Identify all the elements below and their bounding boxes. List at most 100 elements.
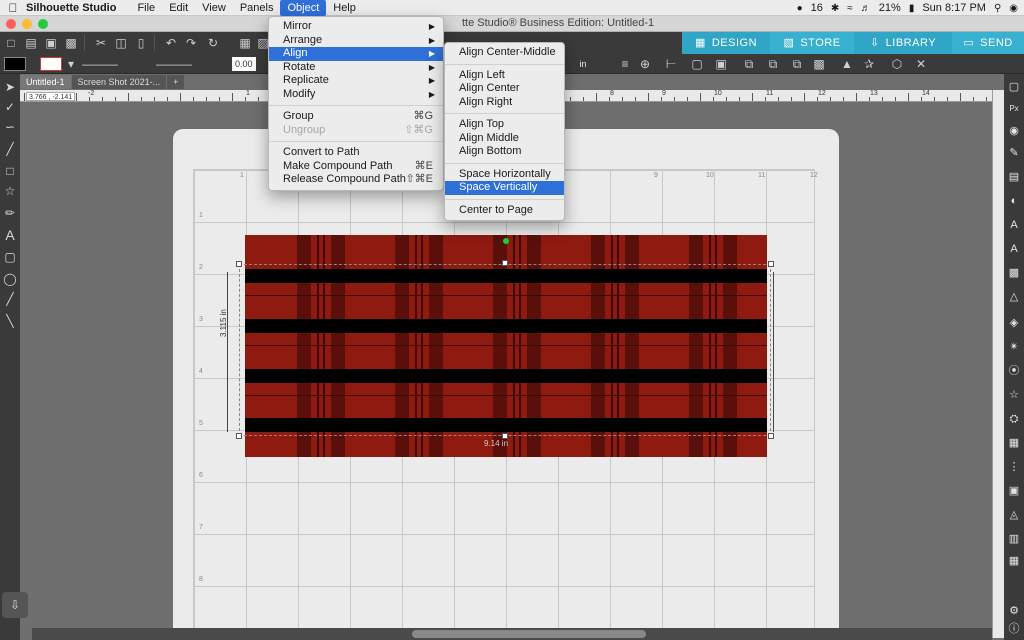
object-menu-item-make-compound-path[interactable]: Make Compound Path ⌘E [269,160,443,174]
replicate-icon[interactable]: ⧉ [766,57,780,71]
refresh-icon[interactable]: ↻ [206,36,220,50]
align-menu-item-center-to-page[interactable]: Center to Page [445,204,564,218]
line-width-field[interactable]: 0.00 [232,57,256,71]
tab-library[interactable]: ⇩ LIBRARY [854,32,952,54]
object-menu-item-arrange[interactable]: Arrange ▶ [269,34,443,48]
pointer-icon[interactable]: ➤ [3,80,17,94]
menu-panels[interactable]: Panels [233,0,281,16]
object-menu-item-convert-to-path[interactable]: Convert to Path [269,146,443,160]
tab-design[interactable]: ▦ DESIGN [682,32,770,54]
library-download-button[interactable]: ⇩ [2,592,28,618]
transform-icon[interactable]: △ [1007,290,1021,304]
object-menu-item-mirror[interactable]: Mirror ▶ [269,20,443,34]
line-join-dropdown[interactable]: ——— [156,57,216,71]
line-color-swatch[interactable] [40,57,62,71]
cut-icon[interactable]: ✂ [94,36,108,50]
align-menu-item-align-bottom[interactable]: Align Bottom [445,145,564,159]
emboss-icon[interactable]: ◬ [1007,508,1021,522]
menu-help[interactable]: Help [326,0,363,16]
close-window-button[interactable] [6,19,16,29]
line-tool-icon[interactable]: ╱ [3,142,17,156]
undo-icon[interactable]: ↶ [164,36,178,50]
save-icon[interactable]: ▣ [44,36,58,50]
replicate-panel-icon[interactable]: ◈ [1007,316,1021,330]
weld-panel-icon[interactable]: ▥ [1007,532,1021,546]
nesting-icon[interactable]: ▣ [1007,484,1021,498]
resize-handle-top[interactable] [502,260,508,266]
curve-icon[interactable]: ∽ [3,120,17,134]
page-setup-icon[interactable]: ▢ [1007,80,1021,94]
chart-icon[interactable]: ▩ [1007,266,1021,280]
menu-view[interactable]: View [195,0,233,16]
3d-box-icon[interactable]: ⬡ [890,57,904,71]
select-all-icon[interactable]: ▦ [238,36,252,50]
volume-icon[interactable]: ♬ [861,3,871,14]
align-menu-item-align-center[interactable]: Align Center [445,82,564,96]
rectangle-tool-icon[interactable]: □ [3,164,17,178]
horizontal-scrollbar[interactable] [32,628,992,640]
control-center-icon[interactable]: ◉ [1009,3,1018,14]
copy-icon[interactable]: ◫ [114,36,128,50]
rotate-handle[interactable] [503,238,509,244]
subtract-icon[interactable]: ▩ [812,57,826,71]
minimize-window-button[interactable] [22,19,32,29]
eraser-icon[interactable]: ◯ [3,272,17,286]
resize-handle-bottom-right[interactable] [768,433,774,439]
resize-handle-top-left[interactable] [236,261,242,267]
tab-untitled-1[interactable]: Untitled-1 [20,75,71,89]
tab-store[interactable]: ▧ STORE [770,32,854,54]
delete-icon[interactable]: ✕ [914,57,928,71]
weld-icon[interactable]: ⧉ [790,57,804,71]
trace-icon[interactable]: ⦿ [1007,364,1021,378]
duplicate-icon[interactable]: ⧉ [742,57,756,71]
align-menu-item-space-vertically[interactable]: Space Vertically [445,181,564,195]
object-menu-item-release-compound-path[interactable]: Release Compound Path ⇧⌘E [269,173,443,187]
sketch-icon[interactable]: ☆ [1007,388,1021,402]
new-file-icon[interactable]: □ [4,36,18,50]
menu-object[interactable]: Object [280,0,327,16]
star-icon[interactable]: ✰ [862,57,876,71]
offset-icon[interactable]: ✴ [1007,340,1021,354]
align-menu-item-align-middle[interactable]: Align Middle [445,132,564,146]
battery-percent[interactable]: 21% [879,2,901,14]
object-menu-item-group[interactable]: Group ⌘G [269,110,443,124]
menu-file[interactable]: File [130,0,162,16]
resize-handle-top-right[interactable] [768,261,774,267]
fill-color-swatch[interactable] [4,57,26,71]
redo-icon[interactable]: ↷ [184,36,198,50]
search-icon[interactable]: ⚲ [994,3,1001,14]
knife-icon[interactable]: ▲ [840,57,854,71]
text-path-icon[interactable]: ▢ [3,250,17,264]
menu-edit[interactable]: Edit [162,0,195,16]
scrollbar-thumb[interactable] [412,630,646,638]
layers-icon[interactable]: ▦ [1007,436,1021,450]
transparency-icon[interactable]: ◐ [1007,194,1021,208]
object-menu-item-align[interactable]: Align ▶ [269,47,443,61]
align-menu-item-align-top[interactable]: Align Top [445,118,564,132]
align-menu-item-align-left[interactable]: Align Left [445,69,564,83]
app-name-menu[interactable]: Silhouette Studio [26,2,116,14]
modify-icon[interactable]: ⛭ [1007,412,1021,426]
notification-icon[interactable]: ● [797,3,803,14]
text-style-icon[interactable]: A [1007,218,1021,232]
chevron-down-icon[interactable]: ▾ [64,57,78,71]
distribute-icon[interactable]: ≡ [618,57,632,71]
ungroup-icon[interactable]: ▣ [714,57,728,71]
line-style-dropdown[interactable]: ——— [82,57,142,71]
paste-icon[interactable]: ▯ [134,36,148,50]
tab-screenshot[interactable]: Screen Shot 2021-... [71,75,167,89]
align-icon[interactable]: ⊢ [664,57,678,71]
zoom-window-button[interactable] [38,19,48,29]
settings-icon[interactable]: ⚙ [1007,604,1021,618]
pixscan-icon[interactable]: Px [1007,102,1021,116]
align-menu-item-align-center-middle[interactable]: Align Center-Middle [445,46,564,60]
battery-icon[interactable]: ▮ [909,3,915,14]
group-icon[interactable]: ▢ [690,57,704,71]
align-menu-item-align-right[interactable]: Align Right [445,96,564,110]
line-style-icon[interactable]: ✎ [1007,146,1021,160]
text-tool-icon[interactable]: A [3,228,17,242]
fill-icon[interactable]: ◉ [1007,124,1021,138]
font-icon[interactable]: A [1007,242,1021,256]
point-edit-icon[interactable]: ✓ [3,100,17,114]
open-folder-icon[interactable]: ▤ [24,36,38,50]
